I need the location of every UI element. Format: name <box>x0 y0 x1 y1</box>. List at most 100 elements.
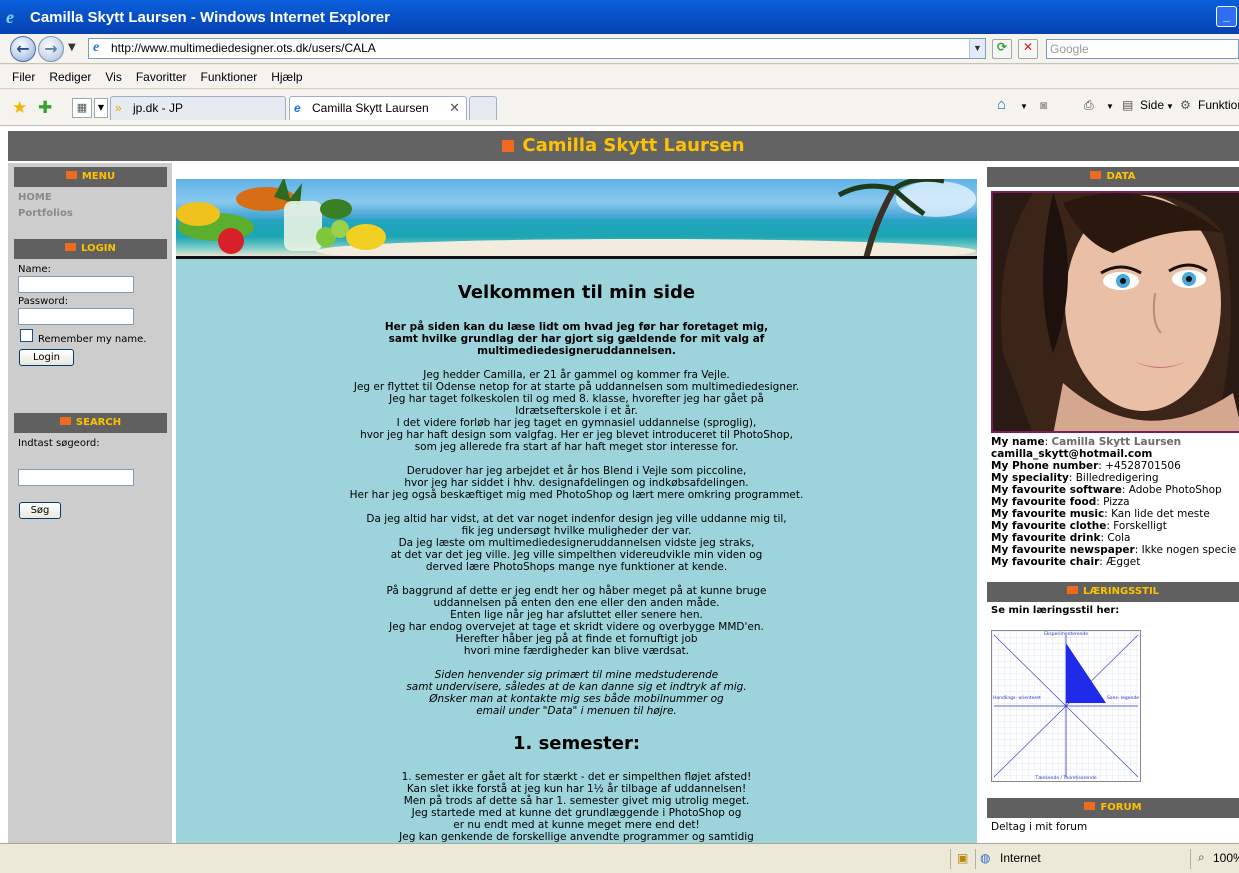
chart-label-right: Sans- legende <box>1107 695 1139 701</box>
favorites-star-icon[interactable]: ★ <box>12 98 27 118</box>
about-paragraph: Jeg hedder Camilla, er 21 år gammel og k… <box>353 369 800 453</box>
data-key: My name <box>991 436 1045 448</box>
back-button[interactable]: ← <box>10 36 36 62</box>
site-title: Camilla Skytt Laursen <box>522 135 745 156</box>
data-email: camilla_skytt@hotmail.com <box>991 448 1153 460</box>
password-input[interactable] <box>18 308 134 325</box>
menu-filer[interactable]: Filer <box>12 70 35 84</box>
learning-box-head: LÆRINGSSTIL <box>987 582 1239 602</box>
name-label: Name: <box>18 264 51 275</box>
password-label: Password: <box>18 296 69 307</box>
zoom-icon: ⌕ <box>1198 850 1205 864</box>
browser-window: e Camilla Skytt Laursen - Windows Intern… <box>0 0 1239 873</box>
data-value: Forskelligt <box>1113 520 1167 532</box>
data-key: My favourite chair <box>991 556 1100 568</box>
menu-box-head: MENU <box>14 167 167 187</box>
address-dropdown-icon[interactable]: ▼ <box>969 39 985 58</box>
menu-funktioner[interactable]: Funktioner <box>201 70 258 84</box>
tab-list-dropdown-icon[interactable]: ▼ <box>94 98 108 118</box>
data-name-row: My name: Camilla Skytt Laursen <box>991 436 1182 448</box>
data-value: Kan lide det meste <box>1111 508 1210 520</box>
data-row: My Phone number: +4528701506 <box>991 460 1181 472</box>
page-dropdown-icon[interactable]: ▼ <box>1166 102 1174 111</box>
choice-paragraph: Da jeg altid har vidst, at det var noget… <box>366 513 787 573</box>
profile-photo <box>991 191 1239 433</box>
chart-label-left: Handlings- orienteret <box>993 695 1041 701</box>
data-value: Pizza <box>1103 496 1130 508</box>
orange-square-icon <box>502 140 515 152</box>
orange-square-icon <box>65 243 77 251</box>
search-input[interactable]: Google <box>1046 39 1239 59</box>
learning-style-chart[interactable]: Eksperimenterende Tænkende / Teoretisere… <box>991 630 1141 782</box>
data-key: My favourite newspaper <box>991 544 1135 556</box>
data-head-label: DATA <box>1106 171 1136 182</box>
login-button[interactable]: Login <box>19 349 74 366</box>
orange-square-icon <box>1066 586 1078 594</box>
forward-button[interactable]: → <box>38 36 64 62</box>
forum-box-head: FORUM <box>987 798 1239 818</box>
gear-icon: ⚙ <box>1180 98 1191 112</box>
portrait-illustration <box>993 193 1239 431</box>
data-value: Camilla Skytt Laursen <box>1051 436 1182 448</box>
intro-paragraph: Her på siden kan du læse lidt om hvad je… <box>384 321 769 357</box>
menu-favoritter[interactable]: Favoritter <box>136 70 187 84</box>
home-dropdown-icon[interactable]: ▼ <box>1020 102 1028 111</box>
data-row: My favourite music: Kan lide det meste <box>991 508 1210 520</box>
new-tab-button[interactable] <box>469 96 497 120</box>
security-zone: Internet <box>1000 851 1041 865</box>
refresh-button[interactable]: ⟳ <box>992 39 1012 59</box>
data-row: My favourite software: Adobe PhotoShop <box>991 484 1222 496</box>
address-input[interactable]: e http://www.multimediedesigner.ots.dk/u… <box>88 38 986 59</box>
work-paragraph: Derudover har jeg arbejdet et år hos Ble… <box>349 465 804 501</box>
menu-rediger[interactable]: Rediger <box>49 70 91 84</box>
page-icon: e <box>93 40 100 55</box>
semester-heading: 1. semester: <box>512 733 641 754</box>
stop-button[interactable]: ✕ <box>1018 39 1038 59</box>
main-content: Velkommen til min side Her på siden kan … <box>176 179 977 843</box>
audience-paragraph: Siden henvender sig primært til mine med… <box>406 669 747 717</box>
tools-menu-button[interactable]: Funktion <box>1198 98 1239 112</box>
name-input[interactable] <box>18 276 134 293</box>
learning-label: Se min læringsstil her: <box>991 605 1120 616</box>
nav-portfolios[interactable]: Portfolios <box>18 208 73 219</box>
search-term-input[interactable] <box>18 469 134 486</box>
remember-checkbox[interactable] <box>20 329 33 342</box>
menu-vis[interactable]: Vis <box>105 70 121 84</box>
history-dropdown-icon[interactable]: ▼ <box>68 42 76 53</box>
print-icon[interactable]: ⎙ <box>1084 98 1094 113</box>
data-value: +4528701506 <box>1105 460 1181 472</box>
status-bar: ▣ ◍ Internet ⌕ 100% <box>0 843 1239 873</box>
tab-camilla[interactable]: e Camilla Skytt Laursen ✕ <box>289 96 467 120</box>
jp-favicon-icon: » <box>115 101 122 115</box>
quick-tabs-icon[interactable]: ▦ <box>72 98 92 118</box>
home-icon[interactable]: ⌂ <box>997 96 1006 113</box>
menu-bar: Filer Rediger Vis Favoritter Funktioner … <box>0 65 1239 89</box>
add-favorite-icon[interactable]: ✚ <box>38 98 52 118</box>
feeds-icon[interactable]: ◙ <box>1040 98 1047 112</box>
forum-link[interactable]: Deltag i mit forum <box>991 821 1087 833</box>
data-box-head: DATA <box>987 167 1239 187</box>
search-head-label: SEARCH <box>75 417 122 428</box>
learning-style-diagram: Eksperimenterende Tænkende / Teoretisere… <box>992 631 1140 781</box>
ie-logo-icon: e <box>6 7 14 27</box>
data-key: My favourite drink <box>991 532 1101 544</box>
tab-label: Camilla Skytt Laursen <box>312 101 429 115</box>
tab-jp[interactable]: » jp.dk - JP <box>110 96 286 120</box>
print-dropdown-icon[interactable]: ▼ <box>1106 102 1114 111</box>
minimize-button[interactable]: _ <box>1216 6 1237 27</box>
data-value: Ægget <box>1106 556 1141 568</box>
data-key: My speciality <box>991 472 1069 484</box>
nav-home[interactable]: HOME <box>18 192 52 203</box>
address-toolbar: ← → ▼ e http://www.multimediedesigner.ot… <box>0 34 1239 64</box>
search-box-head: SEARCH <box>14 413 167 433</box>
close-tab-icon[interactable]: ✕ <box>449 97 460 119</box>
data-value: Adobe PhotoShop <box>1128 484 1222 496</box>
welcome-article: Velkommen til min side Her på siden kan … <box>176 259 977 843</box>
chart-label-bottom: Tænkende / Teoretiserende <box>1034 775 1096 781</box>
menu-hjaelp[interactable]: Hjælp <box>271 70 302 84</box>
future-paragraph: På baggrund af dette er jeg endt her og … <box>386 585 767 657</box>
beach-illustration <box>176 179 977 256</box>
page-menu-button[interactable]: Side <box>1140 98 1164 112</box>
zoom-level[interactable]: 100% <box>1213 851 1239 865</box>
search-button[interactable]: Søg <box>19 502 61 519</box>
